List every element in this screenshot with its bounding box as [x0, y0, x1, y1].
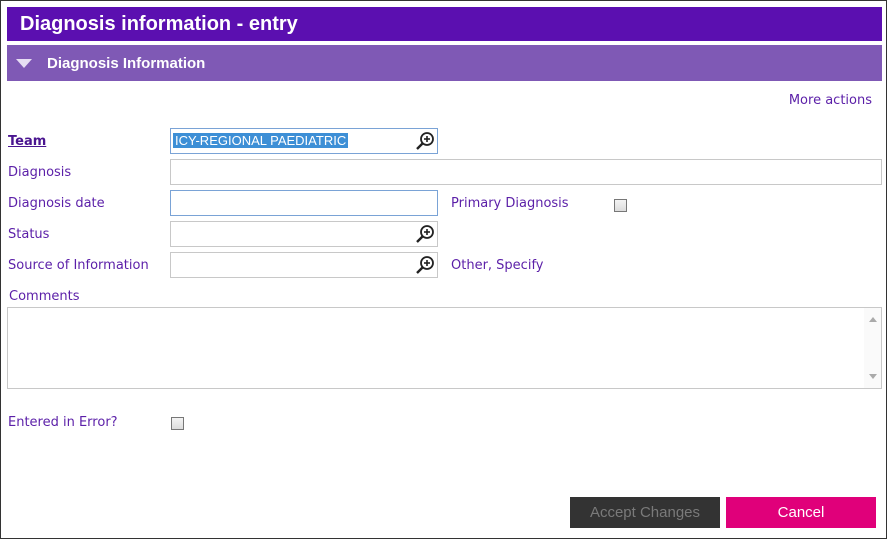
triangle-down-icon[interactable] — [16, 59, 32, 68]
dialog-window: Diagnosis information - entry Diagnosis … — [0, 0, 887, 539]
primary-diagnosis-checkbox[interactable] — [614, 199, 627, 212]
comments-label: Comments — [9, 289, 80, 304]
source-of-information-field[interactable] — [170, 252, 438, 278]
source-of-information-label: Source of Information — [8, 258, 149, 273]
primary-diagnosis-label: Primary Diagnosis — [451, 196, 569, 211]
diagnosis-input[interactable] — [170, 159, 882, 185]
magnifier-plus-icon[interactable] — [415, 255, 435, 275]
window-title: Diagnosis information - entry — [20, 13, 298, 35]
other-specify-label: Other, Specify — [451, 258, 544, 273]
scroll-up-icon[interactable] — [869, 317, 877, 322]
entered-in-error-label: Entered in Error? — [8, 415, 118, 430]
accept-changes-button[interactable]: Accept Changes — [570, 497, 720, 528]
section-header-diagnosis-information[interactable]: Diagnosis Information — [7, 45, 882, 81]
section-title: Diagnosis Information — [47, 55, 206, 72]
more-actions-link[interactable]: More actions — [789, 93, 872, 108]
cancel-button[interactable]: Cancel — [726, 497, 876, 528]
magnifier-plus-icon[interactable] — [415, 224, 435, 244]
diagnosis-date-label: Diagnosis date — [8, 196, 105, 211]
team-label[interactable]: Team — [8, 134, 46, 149]
status-field[interactable] — [170, 221, 438, 247]
diagnosis-date-input[interactable] — [170, 190, 438, 216]
status-label: Status — [8, 227, 50, 242]
comments-scrollbar[interactable] — [864, 308, 881, 388]
scroll-down-icon[interactable] — [869, 374, 877, 379]
team-field[interactable]: ICY-REGIONAL PAEDIATRIC — [170, 128, 438, 154]
comments-textarea[interactable] — [7, 307, 882, 389]
entered-in-error-checkbox[interactable] — [171, 417, 184, 430]
magnifier-plus-icon[interactable] — [415, 131, 435, 151]
diagnosis-label: Diagnosis — [8, 165, 72, 180]
team-value: ICY-REGIONAL PAEDIATRIC — [173, 133, 349, 148]
title-bar: Diagnosis information - entry — [7, 7, 882, 41]
